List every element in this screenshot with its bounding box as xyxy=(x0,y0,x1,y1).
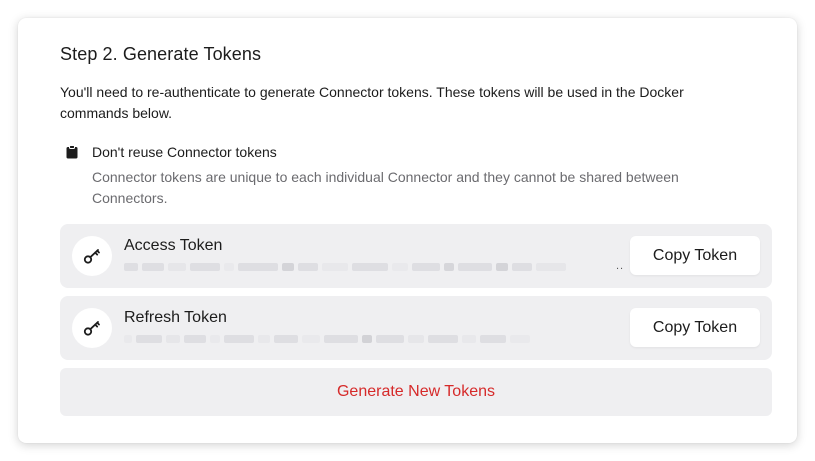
copy-refresh-token-button[interactable]: Copy Token xyxy=(630,308,760,347)
refresh-token-label: Refresh Token xyxy=(124,309,227,326)
access-token-row: Access Token .. Copy Token xyxy=(60,224,772,288)
copy-access-token-button[interactable]: Copy Token xyxy=(630,236,760,275)
access-token-label: Access Token xyxy=(124,237,223,254)
refresh-token-value-redacted xyxy=(124,334,624,344)
refresh-token-key-badge xyxy=(72,308,112,348)
access-token-value-redacted xyxy=(124,262,624,272)
key-icon xyxy=(83,321,100,336)
generate-new-tokens-button[interactable]: Generate New Tokens xyxy=(60,368,772,416)
clipboard-icon xyxy=(66,145,78,159)
notice-title: Don't reuse Connector tokens xyxy=(92,144,277,160)
intro-text: You'll need to re-authenticate to genera… xyxy=(60,84,684,121)
access-token-key-badge xyxy=(72,236,112,276)
access-token-truncation: .. xyxy=(616,260,625,272)
notice-text: Connector tokens are unique to each indi… xyxy=(92,169,679,206)
refresh-token-row: Refresh Token Copy Token xyxy=(60,296,772,360)
generate-tokens-card: Step 2. Generate Tokens You'll need to r… xyxy=(18,18,797,443)
step-title: Step 2. Generate Tokens xyxy=(60,44,262,64)
key-icon xyxy=(83,249,100,264)
